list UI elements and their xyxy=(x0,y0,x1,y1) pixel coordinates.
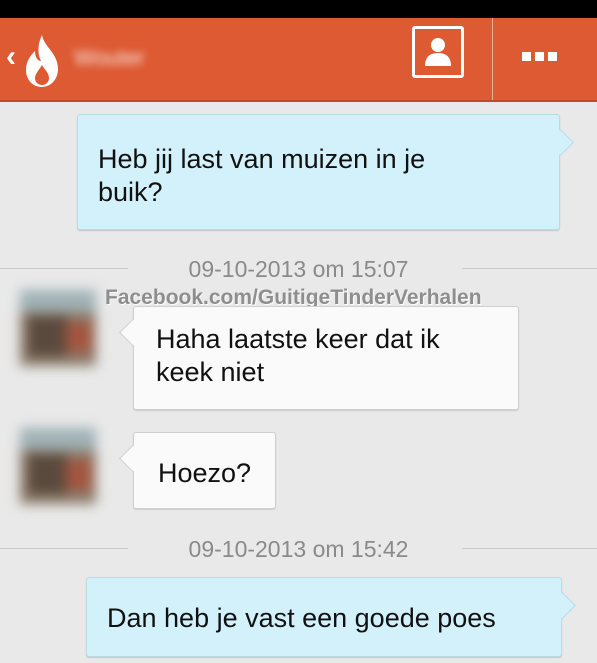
header-divider xyxy=(492,18,493,100)
chat-header: ‹ Wouter xyxy=(0,18,597,102)
incoming-message[interactable]: Hoezo? xyxy=(119,432,276,509)
contact-name[interactable]: Wouter xyxy=(74,43,174,73)
bubble-tail xyxy=(547,129,574,156)
profile-button[interactable] xyxy=(412,26,464,78)
message-text: Haha laatste keer dat ik keek niet xyxy=(156,324,440,387)
avatar[interactable] xyxy=(20,290,96,366)
more-dots-icon[interactable] xyxy=(514,46,564,66)
timestamp-divider: 09-10-2013 om 15:07 xyxy=(0,254,597,284)
contact-card-icon xyxy=(425,38,451,66)
chevron-left-icon[interactable]: ‹ xyxy=(6,42,16,72)
outgoing-message[interactable]: Heb jij last van muizen in je buik? xyxy=(77,114,574,230)
message-text: Dan heb je vast een goede poes xyxy=(107,603,496,633)
menu-dot xyxy=(547,51,557,61)
timestamp: 09-10-2013 om 15:42 xyxy=(188,536,409,562)
outgoing-message[interactable]: Dan heb je vast een goede poes xyxy=(86,577,576,657)
message-text: Hoezo? xyxy=(158,458,252,488)
bubble-tail xyxy=(119,445,146,472)
timestamp-divider: 09-10-2013 om 15:42 xyxy=(0,534,597,564)
bubble-tail xyxy=(549,592,576,619)
incoming-message[interactable]: Haha laatste keer dat ik keek niet xyxy=(119,306,519,410)
timestamp: 09-10-2013 om 15:07 xyxy=(188,256,409,282)
menu-dot xyxy=(521,51,531,61)
message-text: Heb jij last van muizen in je buik? xyxy=(98,144,426,207)
status-bar xyxy=(0,0,597,18)
flame-icon[interactable] xyxy=(18,33,66,89)
bubble-tail xyxy=(119,319,146,346)
avatar[interactable] xyxy=(20,428,96,504)
menu-dot xyxy=(534,51,544,61)
